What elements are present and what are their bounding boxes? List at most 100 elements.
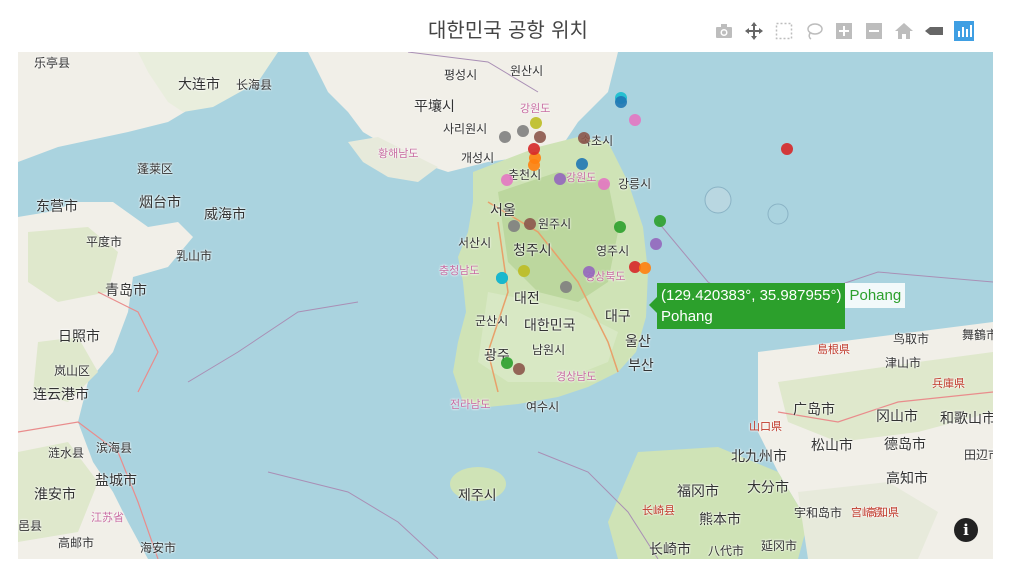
airport-marker[interactable] [614,220,627,233]
map-label: 烟台市 [139,195,181,211]
map-label: 舞鶴市 [962,328,993,342]
airport-marker[interactable] [512,363,525,375]
map-label: 长崎市 [649,542,691,558]
map-label: 邑县 [18,519,43,533]
info-icon[interactable]: i [954,518,978,542]
airport-marker[interactable] [560,280,573,293]
map-label: 島根県 [817,343,850,356]
map-label: 八代市 [708,544,745,558]
airport-marker[interactable] [529,117,542,130]
map-label: 田辺市 [964,448,993,462]
airport-marker[interactable] [501,174,514,187]
map-label: 北九州市 [731,449,787,465]
airport-marker[interactable] [533,131,546,144]
map-label: 대전 [514,291,540,307]
map-label: 威海市 [204,207,246,223]
lasso-select-icon[interactable] [802,19,826,43]
map-label: 德岛市 [884,437,926,453]
tooltip-label: Pohang [661,308,713,325]
map-label: 울산 [625,334,651,350]
map-label: 제주시 [458,488,497,504]
tooltip-coords: (129.420383°, 35.987955°) [661,287,842,304]
map-label: 여수시 [526,400,560,414]
airport-marker[interactable] [508,220,521,232]
map-label: 山口県 [749,420,782,433]
map-label: 대구 [605,309,631,325]
map-label: 和歌山市 [940,411,993,427]
map-label: 황해남도 [378,147,419,160]
map-label: 兵庫県 [932,377,965,390]
map-label: 津山市 [885,356,922,370]
map-label: 부산 [628,358,654,374]
plotly-logo-icon[interactable] [952,19,976,43]
airport-marker[interactable] [495,272,508,285]
map-label: 涟水县 [48,446,85,460]
airport-marker[interactable] [516,125,529,138]
map-label: 高知市 [886,471,928,487]
map-label: 남원시 [532,343,566,357]
airport-marker[interactable] [583,266,596,279]
map-label: 대한민국 [524,318,576,334]
map-label: 蓬莱区 [137,162,174,176]
zoom-in-icon[interactable] [832,19,856,43]
map-label: 日照市 [58,329,100,345]
airport-marker[interactable] [614,96,627,109]
modebar [706,18,976,44]
airport-marker[interactable] [653,214,666,227]
airport-marker[interactable] [523,218,536,231]
map-label: 강원도 [566,171,597,184]
map-label: 乳山市 [176,249,213,263]
airport-marker[interactable] [781,143,794,156]
map-label: 鸟取市 [893,332,930,346]
airport-marker[interactable] [501,356,514,369]
map-label: 사리원시 [443,122,488,136]
airport-marker[interactable] [527,159,540,172]
map-label: 원주시 [538,217,572,231]
zoom-out-icon[interactable] [862,19,886,43]
camera-icon[interactable] [712,19,736,43]
map-label: 长崎县 [642,504,675,517]
box-select-icon[interactable] [772,19,796,43]
map-label: 江苏省 [91,511,124,524]
map-label: 평성시 [444,68,478,82]
airport-marker[interactable] [576,157,589,170]
airport-marker[interactable] [498,130,511,143]
map-label: 경상남도 [556,370,597,383]
airport-marker[interactable] [527,143,540,156]
map-label: 大连市 [178,77,220,93]
airport-marker[interactable] [517,264,530,277]
map-label: 冈山市 [876,409,918,425]
tooltip-trace-name: Pohang [845,283,906,308]
map-label: 平度市 [86,235,123,249]
airport-marker[interactable] [598,178,611,191]
map-label: 강릉시 [618,177,652,191]
map-label: 福冈市 [677,484,719,500]
map-area[interactable]: 大连市 长海县 烟台市 威海市 东营市 蓬莱区 平度市 乳山市 青岛市 日照市 … [18,52,993,559]
map-label: 강원도 [520,102,551,115]
airport-marker[interactable] [639,261,652,274]
hover-compare-icon[interactable] [922,19,946,43]
map-label: 海安市 [140,541,177,555]
airport-marker[interactable] [553,173,566,186]
home-icon[interactable] [892,19,916,43]
airport-marker[interactable] [577,131,590,144]
map-label: 高知県 [866,506,899,519]
pan-icon[interactable] [742,19,766,43]
map-label: 전라남도 [450,398,491,411]
map-label: 长海县 [236,78,273,92]
airport-marker[interactable] [650,237,663,250]
map-label: 青岛市 [105,283,147,299]
map-label: 군산시 [475,314,509,328]
map-label: 延冈市 [761,539,798,553]
hover-tooltip: (129.420383°, 35.987955°) Pohang Pohang [649,283,906,329]
map-label: 청주시 [513,243,552,259]
map-label: 高邮市 [58,536,95,550]
airport-marker[interactable] [628,114,641,126]
map-label: 충청남도 [439,264,480,277]
map-label: 宇和岛市 [794,506,843,520]
map-label: 熊本市 [699,512,741,528]
map-label: 大分市 [747,480,789,496]
map-label: 盐城市 [95,473,137,489]
map-label: 개성시 [461,151,495,165]
map-label: 岚山区 [54,364,91,378]
